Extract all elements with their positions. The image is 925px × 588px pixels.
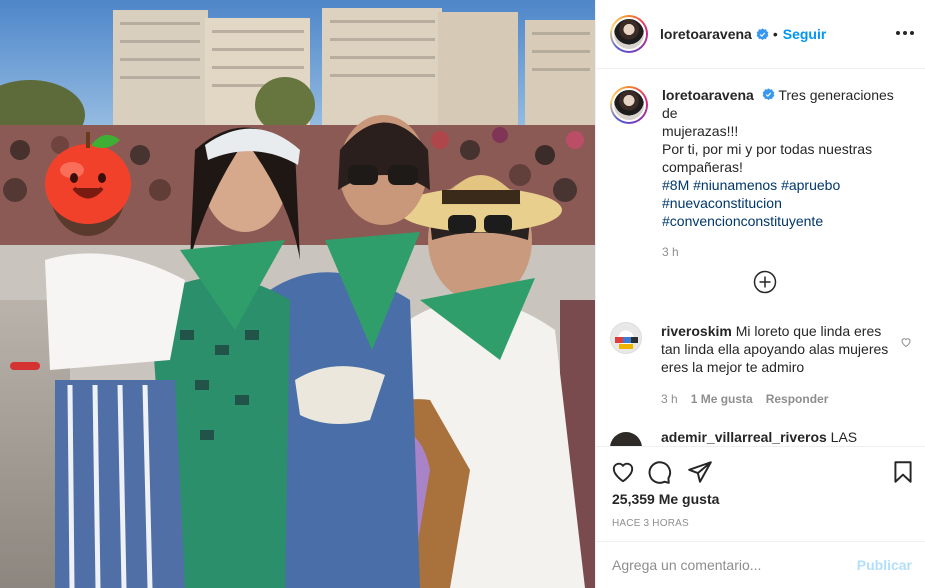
- reply-button[interactable]: Responder: [766, 390, 829, 408]
- author-avatar[interactable]: [610, 15, 648, 53]
- author-username[interactable]: loretoaravena: [660, 26, 752, 42]
- post-caption: loretoaravena Tres generaciones de mujer…: [610, 86, 916, 261]
- post-timestamp[interactable]: Hace 3 horas: [612, 518, 689, 529]
- post-actions: 25,359 Me gusta Hace 3 horas: [596, 446, 925, 541]
- bookmark-icon[interactable]: [890, 459, 916, 485]
- caption-body: loretoaravena Tres generaciones de mujer…: [662, 86, 912, 261]
- hashtag-link[interactable]: #8M: [662, 177, 689, 193]
- comment-timestamp[interactable]: 3 h: [661, 390, 678, 408]
- hashtag-link[interactable]: #nuevaconstitucion: [662, 195, 782, 211]
- photo-illustration: [0, 0, 595, 588]
- comment-likes[interactable]: 1 Me gusta: [691, 390, 753, 408]
- plus-circle-icon[interactable]: [753, 270, 777, 294]
- commenter-avatar[interactable]: [610, 322, 642, 354]
- comment-text: LAS: [830, 432, 858, 445]
- more-options-icon[interactable]: [896, 24, 914, 42]
- comment-input[interactable]: [612, 557, 857, 573]
- instagram-post: loretoaravena • Seguir loretoaravena Tre…: [0, 0, 925, 588]
- hashtag-link[interactable]: #niunamenos: [693, 177, 777, 193]
- caption-line-4: compañeras!: [662, 159, 743, 175]
- caption-timestamp[interactable]: 3 h: [662, 243, 912, 261]
- verified-badge-icon: [756, 27, 769, 40]
- caption-line-3: Por ti, por mi y por todas nuestras: [662, 141, 873, 157]
- commenter-username[interactable]: ademir_villarreal_riveros: [661, 432, 827, 445]
- comment-body: ademir_villarreal_riveros LAS: [661, 432, 893, 446]
- like-count[interactable]: 25,359 Me gusta: [612, 491, 719, 507]
- comment-meta: 3 h 1 Me gusta Responder: [661, 390, 893, 408]
- comment-body: riveroskim Mi loreto que linda eres tan …: [661, 322, 893, 408]
- verified-badge-icon: [762, 88, 775, 101]
- heart-icon[interactable]: [610, 459, 636, 485]
- caption-author-username[interactable]: loretoaravena: [662, 87, 754, 103]
- comment-bubble-icon[interactable]: [646, 459, 672, 485]
- header-separator: •: [772, 26, 778, 42]
- comment-item: ademir_villarreal_riveros LAS: [610, 432, 916, 446]
- follow-button[interactable]: Seguir: [783, 26, 827, 42]
- commenter-avatar[interactable]: [610, 432, 642, 446]
- hashtag-link[interactable]: #apruebo: [781, 177, 840, 193]
- publish-button[interactable]: Publicar: [857, 557, 912, 573]
- caption-author-avatar[interactable]: [610, 86, 648, 124]
- comment-heart-icon[interactable]: [900, 336, 912, 348]
- post-header: loretoaravena • Seguir: [596, 0, 925, 69]
- paper-plane-icon[interactable]: [687, 459, 713, 485]
- comment-item: riveroskim Mi loreto que linda eres tan …: [610, 322, 916, 408]
- caption-line-2: mujerazas!!!: [662, 123, 739, 139]
- post-photo[interactable]: [0, 0, 595, 588]
- comment-composer: Publicar: [596, 541, 925, 588]
- hashtag-link[interactable]: #convencionconstituyente: [662, 213, 823, 229]
- post-details-panel: loretoaravena • Seguir loretoaravena Tre…: [595, 0, 925, 588]
- commenter-username[interactable]: riveroskim: [661, 323, 732, 339]
